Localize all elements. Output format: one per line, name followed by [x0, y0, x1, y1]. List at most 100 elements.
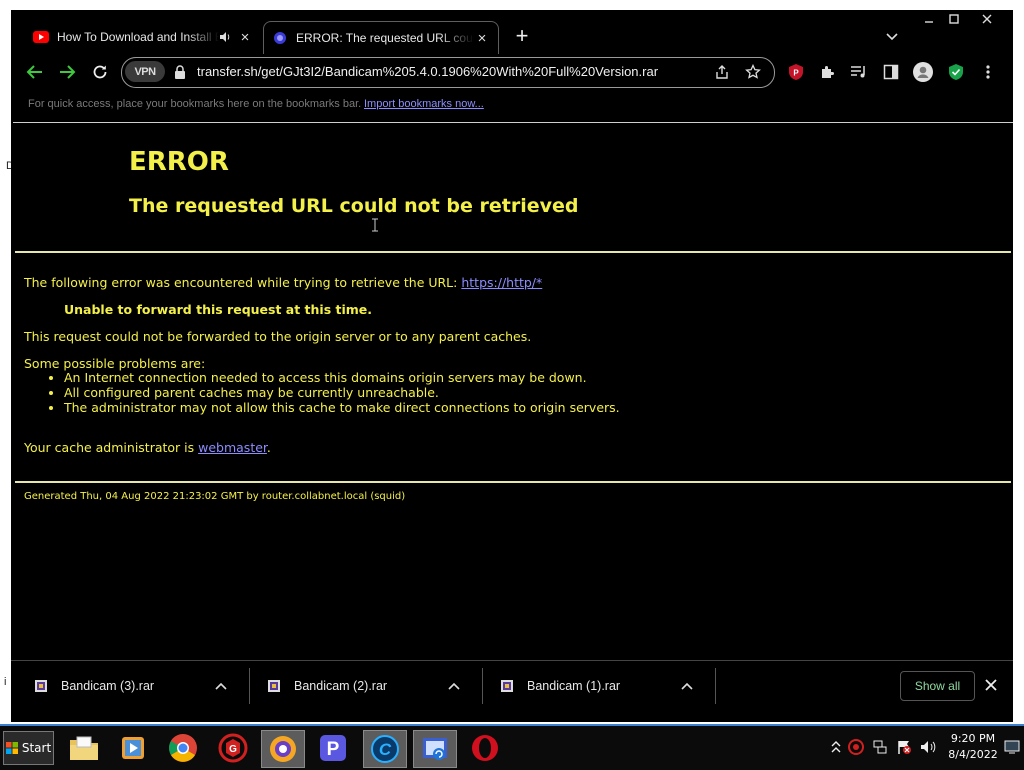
- file-explorer-icon[interactable]: [64, 730, 104, 766]
- admin-prefix: Your cache administrator is: [24, 440, 199, 455]
- system-clock[interactable]: 9:20 PM 8/4/2022: [946, 731, 1000, 763]
- tab-youtube[interactable]: How To Download and Install Bandicam ×: [25, 21, 261, 53]
- divider: [15, 251, 1011, 253]
- tray-app-icon[interactable]: [848, 739, 864, 755]
- arrow-right-icon: [60, 65, 76, 79]
- show-all-button[interactable]: Show all: [900, 671, 975, 701]
- page-title: ERROR: [129, 147, 229, 177]
- arrow-left-icon: [26, 65, 42, 79]
- chevron-up-icon[interactable]: [828, 739, 844, 755]
- image-app-icon[interactable]: [413, 730, 457, 768]
- admin-suffix: .: [266, 440, 271, 455]
- chrome-icon[interactable]: [163, 730, 203, 766]
- forward-button[interactable]: [56, 61, 78, 83]
- import-bookmarks-link[interactable]: Import bookmarks now...: [364, 98, 484, 110]
- chevron-up-icon[interactable]: [446, 678, 462, 694]
- tab-error[interactable]: ERROR: The requested URL could not be re…: [263, 21, 499, 54]
- download-item[interactable]: Bandicam (2).rar: [266, 661, 462, 711]
- globe-icon: [272, 30, 288, 46]
- list-item: An Internet connection needed to access …: [64, 370, 620, 385]
- profile-avatar-icon[interactable]: [913, 62, 933, 82]
- problems-list: An Internet connection needed to access …: [24, 370, 620, 415]
- archive-file-icon: [35, 680, 47, 692]
- taskbar: Start G P C 9:20 PM 8/4/2022: [0, 724, 1024, 770]
- show-desktop-icon[interactable]: [1004, 739, 1020, 755]
- window-close-button[interactable]: [976, 10, 998, 28]
- tab-strip: How To Download and Install Bandicam × E…: [11, 10, 1013, 54]
- browser-toolbar: VPN transfer.sh/get/GJt3I2/Bandicam%205.…: [11, 54, 1013, 90]
- download-filename: Bandicam (3).rar: [61, 679, 155, 693]
- close-icon[interactable]: ×: [474, 30, 490, 47]
- archive-file-icon: [268, 680, 280, 692]
- shield-p-extension-icon[interactable]: P: [786, 62, 806, 82]
- svg-text:P: P: [327, 739, 340, 760]
- chevron-down-icon[interactable]: [884, 28, 900, 44]
- webmaster-link[interactable]: webmaster: [198, 440, 267, 455]
- action-center-flag-icon[interactable]: [896, 739, 912, 755]
- error-reason: Unable to forward this request at this t…: [64, 302, 373, 317]
- clock-date: 8/4/2022: [948, 748, 998, 761]
- bookmarks-bar: For quick access, place your bookmarks h…: [11, 90, 1013, 118]
- browser-app-icon[interactable]: [261, 730, 305, 768]
- error-detail: This request could not be forwarded to t…: [24, 329, 532, 344]
- tab-title: ERROR: The requested URL could not be re…: [296, 31, 474, 45]
- svg-text:P: P: [793, 69, 799, 78]
- text-cursor-icon: [372, 218, 378, 232]
- windows-logo-icon: [5, 742, 18, 754]
- minimize-button[interactable]: [918, 10, 940, 28]
- lock-icon[interactable]: [174, 65, 186, 79]
- bookmarks-hint: For quick access, place your bookmarks h…: [28, 98, 362, 110]
- youtube-icon: [33, 29, 49, 45]
- problems-intro: Some possible problems are:: [24, 356, 206, 371]
- game-app-icon[interactable]: G: [213, 730, 253, 766]
- security-shield-icon[interactable]: [946, 62, 966, 82]
- close-icon[interactable]: ×: [237, 29, 253, 46]
- media-player-icon[interactable]: [113, 730, 153, 766]
- reload-button[interactable]: [89, 61, 111, 83]
- back-button[interactable]: [24, 61, 46, 83]
- new-tab-button[interactable]: +: [511, 25, 533, 47]
- vpn-badge[interactable]: VPN: [125, 61, 165, 82]
- address-bar[interactable]: VPN transfer.sh/get/GJt3I2/Bandicam%205.…: [121, 57, 775, 88]
- divider: [482, 668, 483, 704]
- list-item: The administrator may not allow this cac…: [64, 400, 620, 415]
- start-label: Start: [21, 741, 52, 755]
- start-button[interactable]: Start: [3, 731, 54, 765]
- side-panel-icon[interactable]: [881, 62, 901, 82]
- volume-icon[interactable]: [920, 739, 936, 755]
- browser-window: How To Download and Install Bandicam × E…: [11, 10, 1013, 722]
- url-text[interactable]: transfer.sh/get/GJt3I2/Bandicam%205.4.0.…: [197, 64, 658, 79]
- close-icon[interactable]: [982, 676, 1000, 694]
- download-filename: Bandicam (1).rar: [527, 679, 621, 693]
- download-item[interactable]: Bandicam (1).rar: [499, 661, 695, 711]
- share-icon[interactable]: [713, 63, 731, 81]
- maximize-button[interactable]: [943, 10, 965, 28]
- admin-line: Your cache administrator is webmaster.: [24, 440, 271, 455]
- media-queue-icon[interactable]: [849, 62, 869, 82]
- chevron-up-icon[interactable]: [679, 678, 695, 694]
- more-menu-icon[interactable]: [978, 62, 998, 82]
- list-item: All configured parent caches may be curr…: [64, 385, 620, 400]
- archive-file-icon: [501, 680, 513, 692]
- reload-icon: [93, 65, 107, 79]
- network-icon[interactable]: [872, 739, 888, 755]
- tab-title: How To Download and Install Bandicam: [57, 30, 219, 44]
- opera-icon[interactable]: [465, 730, 505, 766]
- divider: [715, 668, 716, 704]
- chevron-up-icon[interactable]: [213, 678, 229, 694]
- download-item[interactable]: Bandicam (3).rar: [33, 661, 229, 711]
- generated-footer: Generated Thu, 04 Aug 2022 21:23:02 GMT …: [24, 491, 406, 502]
- error-intro-text: The following error was encountered whil…: [24, 275, 462, 290]
- downloads-bar: Bandicam (3).rar Bandicam (2).rar Bandic…: [11, 660, 1013, 711]
- divider: [15, 481, 1011, 483]
- page-content: ERROR The requested URL could not be ret…: [13, 122, 1013, 661]
- star-icon[interactable]: [744, 63, 762, 81]
- requested-url-link[interactable]: https://http/*: [461, 275, 542, 290]
- c-app-icon[interactable]: C: [363, 730, 407, 768]
- error-intro: The following error was encountered whil…: [24, 275, 542, 290]
- clock-time: 9:20 PM: [950, 732, 996, 745]
- desktop-edge-glyph: i: [4, 676, 7, 688]
- puzzle-extensions-icon[interactable]: [817, 62, 837, 82]
- speaker-icon[interactable]: [219, 31, 231, 43]
- p-app-icon[interactable]: P: [313, 730, 353, 766]
